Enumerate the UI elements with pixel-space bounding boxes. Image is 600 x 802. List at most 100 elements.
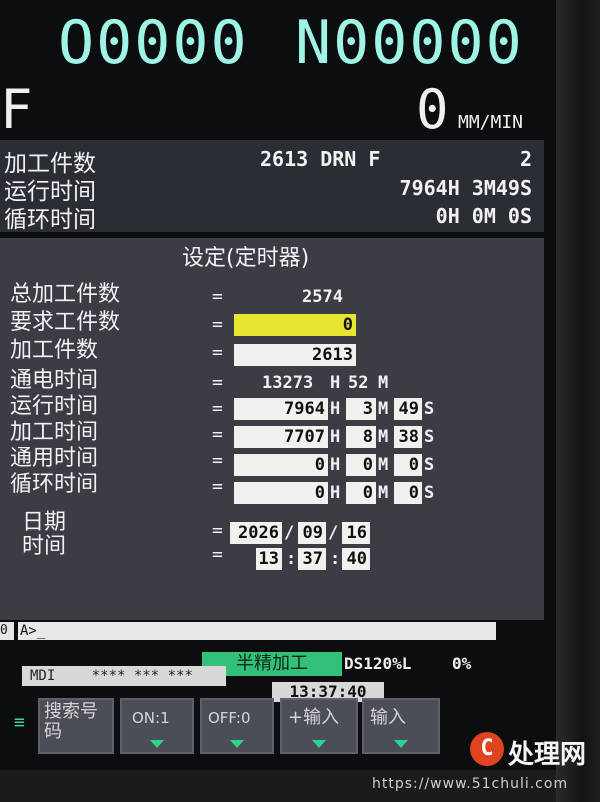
date-year-input[interactable]: 2026 (230, 522, 282, 544)
time-minute-input[interactable]: 37 (298, 548, 326, 570)
feed-value: 0 (416, 78, 449, 141)
equals-sign: = (212, 476, 223, 497)
feed-unit: MM/MIN (458, 112, 524, 133)
monitor-bezel (556, 0, 600, 802)
softkey-label: 输入 (370, 707, 406, 728)
hour-unit: H (330, 427, 341, 447)
power-on-time-label: 通电时间 (10, 368, 99, 393)
equals-sign: = (212, 544, 223, 565)
softkey-label: +输入 (288, 707, 340, 728)
cutting-time-seconds-input[interactable]: 38 (394, 426, 422, 448)
minute-unit: M (378, 399, 389, 419)
parts-count-input[interactable]: 2613 (234, 344, 356, 366)
parts-count-label: 加工件数 (10, 338, 99, 363)
program-number: O0000 (58, 8, 249, 78)
time-hour-input[interactable]: 13 (256, 548, 282, 570)
equals-sign: = (212, 424, 223, 445)
info-value-cycle-time: 0H 0M 0S (435, 204, 532, 228)
mdi-label: MDI (30, 668, 56, 684)
equals-sign: = (212, 314, 223, 335)
second-unit: S (424, 427, 435, 447)
command-left-marker: 0 (0, 622, 14, 640)
logo-text: 处理网 (508, 740, 587, 770)
minute-unit: M (378, 373, 389, 393)
softkey-label: OFF:0 (208, 709, 251, 727)
run-time-seconds-input[interactable]: 49 (394, 398, 422, 420)
sequence-number: N00000 (295, 8, 524, 78)
softkey-arrow-icon (150, 740, 164, 748)
general-time-minutes-input[interactable]: 0 (346, 454, 376, 476)
total-parts-label: 总加工件数 (10, 282, 121, 307)
settings-title: 设定(定时器) (182, 246, 310, 271)
power-on-minutes: 52 (348, 373, 369, 393)
date-separator: / (284, 523, 295, 543)
equals-sign: = (212, 520, 223, 541)
softkey-on[interactable]: ON:1 (120, 698, 194, 754)
time-separator: : (330, 549, 341, 569)
hour-unit: H (330, 399, 341, 419)
date-separator: / (328, 523, 339, 543)
run-time-hours-input[interactable]: 7964 (234, 398, 328, 420)
softkey-label: ON:1 (132, 709, 170, 727)
info-value-run-time: 7964H 3M49S (399, 176, 532, 200)
equals-sign: = (212, 342, 223, 363)
softkey-arrow-icon (230, 740, 244, 748)
logo-icon: C (470, 732, 504, 766)
cycle-time-hours-input[interactable]: 0 (234, 482, 328, 504)
softkey-return-icon[interactable]: ≡ (14, 712, 25, 733)
softkey-input[interactable]: 输入 (362, 698, 440, 754)
equals-sign: = (212, 372, 223, 393)
second-unit: S (424, 483, 435, 503)
hour-unit: H (330, 455, 341, 475)
general-time-label: 通用时间 (10, 446, 99, 471)
run-time-label: 运行时间 (10, 394, 99, 419)
cnc-screen: O0000 N00000 F 0 MM/MIN 加工件数 2613 DRN F … (0, 0, 556, 770)
required-parts-input[interactable]: 0 (234, 314, 356, 336)
status-stars: **** *** *** (91, 668, 193, 684)
cutting-time-label: 加工时间 (10, 420, 99, 445)
general-time-hours-input[interactable]: 0 (234, 454, 328, 476)
cutting-time-hours-input[interactable]: 7707 (234, 426, 328, 448)
softkey-plus-input[interactable]: +输入 (280, 698, 358, 754)
equals-sign: = (212, 450, 223, 471)
softkey-label: 搜索号码 (44, 701, 98, 742)
settings-panel: 设定(定时器) 总加工件数 = 2574 要求工件数 = 0 加工件数 = 26… (0, 238, 544, 620)
cutting-time-minutes-input[interactable]: 8 (346, 426, 376, 448)
equals-sign: = (212, 286, 223, 307)
softkey-arrow-icon (394, 740, 408, 748)
softkey-search-number[interactable]: 搜索号码 (38, 698, 114, 754)
softkey-off[interactable]: OFF:0 (200, 698, 274, 754)
info-mid-parts: 2613 DRN F (260, 147, 381, 171)
minute-unit: M (378, 483, 389, 503)
run-time-minutes-input[interactable]: 3 (346, 398, 376, 420)
cycle-time-label: 循环时间 (10, 472, 99, 497)
minute-unit: M (378, 427, 389, 447)
second-unit: S (424, 455, 435, 475)
hour-unit: H (330, 373, 341, 393)
time-second-input[interactable]: 40 (342, 548, 370, 570)
power-on-hours: 13273 (262, 373, 314, 393)
time-separator: : (286, 549, 297, 569)
watermark-url: https://www.51chuli.com (372, 776, 569, 792)
override-status: DS120%L (344, 654, 412, 673)
cycle-time-seconds-input[interactable]: 0 (394, 482, 422, 504)
site-logo: C 处理网 (470, 730, 596, 770)
hour-unit: H (330, 483, 341, 503)
date-day-input[interactable]: 16 (342, 522, 370, 544)
required-parts-label: 要求工件数 (10, 310, 121, 335)
feed-letter: F (0, 78, 33, 141)
second-unit: S (424, 399, 435, 419)
date-month-input[interactable]: 09 (298, 522, 326, 544)
info-label-cycle-time: 循环时间 (4, 207, 96, 233)
mode-row: MDI **** *** *** (22, 666, 226, 686)
load-percent: 0% (452, 654, 472, 673)
minute-unit: M (378, 455, 389, 475)
softkey-arrow-icon (312, 740, 326, 748)
general-time-seconds-input[interactable]: 0 (394, 454, 422, 476)
total-parts-value: 2574 (302, 287, 343, 307)
info-value-parts: 2 (519, 147, 532, 171)
time-label: 时间 (22, 534, 67, 559)
command-input[interactable]: A>_ (18, 622, 496, 640)
date-label: 日期 (22, 510, 67, 535)
cycle-time-minutes-input[interactable]: 0 (346, 482, 376, 504)
